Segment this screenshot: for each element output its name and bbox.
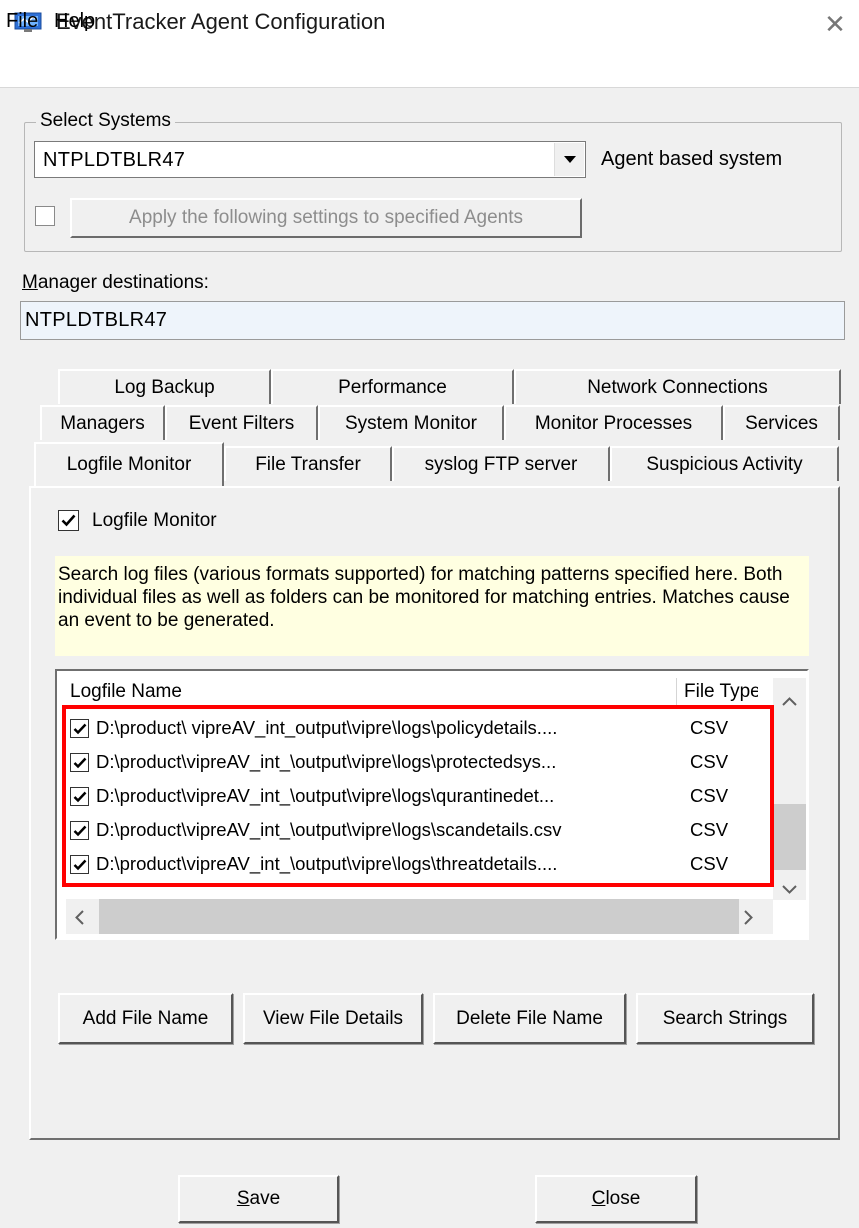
horizontal-scroll-thumb[interactable]: [99, 899, 739, 934]
agent-type-label: Agent based system: [601, 148, 783, 170]
delete-file-name-button[interactable]: Delete File Name: [433, 993, 626, 1044]
tab-monitor-processes[interactable]: Monitor Processes: [504, 405, 723, 440]
tab-syslog-ftp-server[interactable]: syslog FTP server: [392, 446, 610, 481]
description-box: Search log files (various formats suppor…: [55, 556, 809, 656]
apply-settings-checkbox[interactable]: [35, 206, 55, 226]
tab-managers[interactable]: Managers: [40, 405, 165, 440]
tab-network-connections[interactable]: Network Connections: [514, 369, 841, 404]
view-file-details-button[interactable]: View File Details: [243, 993, 423, 1044]
close-icon: ✕: [824, 8, 846, 39]
select-systems-legend: Select Systems: [36, 110, 175, 132]
tab-suspicious-activity[interactable]: Suspicious Activity: [610, 446, 839, 481]
menu-bar: [0, 48, 859, 88]
system-select-value: NTPLDTBLR47: [43, 149, 186, 171]
manager-destinations-label-text: anager destinations:: [37, 272, 209, 293]
search-strings-button[interactable]: Search Strings: [636, 993, 814, 1044]
column-header-logfile-name[interactable]: Logfile Name: [66, 678, 677, 708]
tab-performance[interactable]: Performance: [271, 369, 514, 404]
window-title: EventTracker Agent Configuration: [56, 9, 386, 34]
tab-logfile-monitor[interactable]: Logfile Monitor: [34, 442, 224, 486]
vertical-scrollbar[interactable]: [773, 678, 806, 900]
horizontal-scrollbar[interactable]: [66, 899, 773, 934]
dropdown-arrow-icon[interactable]: [554, 143, 584, 176]
manager-destinations-field[interactable]: NTPLDTBLR47: [20, 301, 845, 340]
save-button[interactable]: Save: [178, 1175, 339, 1223]
scroll-right-icon[interactable]: [744, 909, 753, 931]
tab-system-monitor[interactable]: System Monitor: [318, 405, 504, 440]
scroll-down-icon[interactable]: [782, 878, 797, 900]
close-label: lose: [605, 1188, 641, 1209]
menu-file[interactable]: File: [6, 10, 38, 33]
scroll-left-icon[interactable]: [75, 909, 84, 931]
logfile-monitor-checkbox-label: Logfile Monitor: [92, 510, 217, 531]
close-window-button[interactable]: ✕: [812, 2, 858, 46]
highlight-annotation: [62, 705, 774, 887]
save-mnemonic: S: [236, 1188, 250, 1209]
close-mnemonic: C: [591, 1188, 606, 1209]
logfile-monitor-checkbox[interactable]: [58, 510, 79, 531]
scroll-up-icon[interactable]: [782, 690, 797, 712]
manager-destinations-label: Manager destinations:: [22, 272, 209, 294]
column-header-file-type[interactable]: File Type: [678, 678, 758, 708]
close-button[interactable]: Close: [535, 1175, 697, 1223]
save-label: ave: [249, 1188, 281, 1209]
tab-log-backup[interactable]: Log Backup: [58, 369, 271, 404]
apply-settings-button[interactable]: Apply the following settings to specifie…: [70, 198, 582, 238]
checkmark-icon: [61, 514, 76, 527]
system-select[interactable]: NTPLDTBLR47: [34, 141, 586, 178]
add-file-name-button[interactable]: Add File Name: [58, 993, 233, 1044]
vertical-scroll-thumb[interactable]: [773, 804, 806, 870]
description-text: Search log files (various formats suppor…: [58, 564, 790, 631]
manager-destinations-value: NTPLDTBLR47: [25, 309, 168, 331]
menu-help[interactable]: Help: [54, 10, 95, 33]
tab-event-filters[interactable]: Event Filters: [165, 405, 318, 440]
tab-services[interactable]: Services: [723, 405, 840, 440]
tab-file-transfer[interactable]: File Transfer: [224, 446, 392, 481]
manager-destinations-mnemonic: M: [22, 272, 38, 293]
